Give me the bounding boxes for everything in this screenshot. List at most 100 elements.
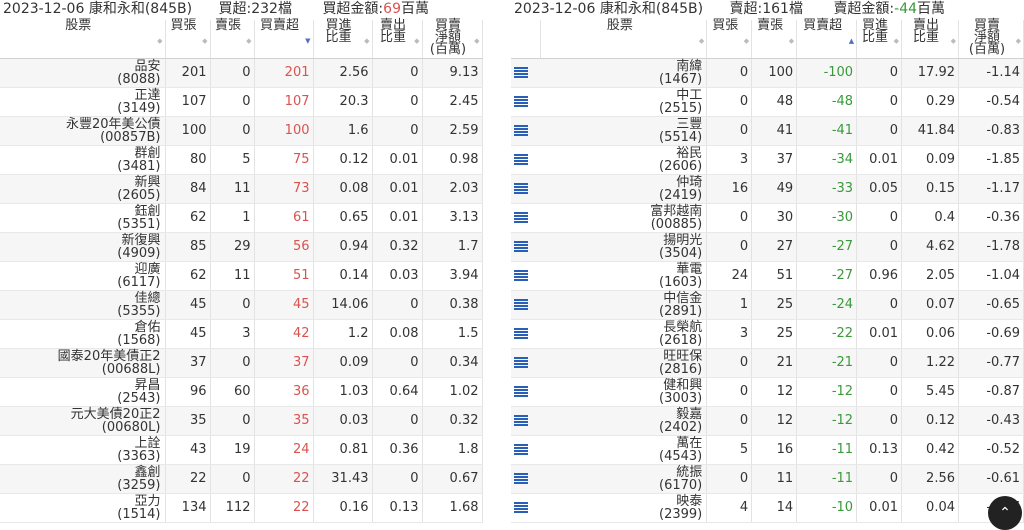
table-row[interactable]: 佳總 (5355) 45 0 45 14.06 0 0.38	[0, 290, 483, 320]
stock-cell[interactable]: 正達 (3149)	[0, 87, 166, 117]
table-row[interactable]: 統振 (6170) 0 11 -11 0 2.56 -0.61	[511, 464, 1024, 494]
row-icon-cell[interactable]	[511, 87, 541, 117]
scroll-top-button[interactable]: ⌃	[988, 496, 1022, 530]
stock-cell[interactable]: 佳總 (5355)	[0, 290, 166, 320]
row-icon-cell[interactable]	[511, 435, 541, 465]
stock-name[interactable]: 群創	[0, 147, 160, 160]
table-row[interactable]: 揚明光 (3504) 0 27 -27 0 4.62 -1.78	[511, 232, 1024, 262]
stock-cell[interactable]: 中信金 (2891)	[540, 290, 708, 320]
stock-name[interactable]: 元大美債20正2	[0, 408, 161, 421]
stock-cell[interactable]: 昇昌 (2543)	[0, 377, 166, 407]
stock-name[interactable]: 倉佑	[0, 321, 160, 334]
table-row[interactable]: 新復興 (4909) 85 29 56 0.94 0.32 1.7	[0, 232, 483, 262]
list-icon[interactable]	[514, 444, 528, 455]
stock-name[interactable]: 迎廣	[0, 263, 160, 276]
list-icon[interactable]	[514, 241, 528, 252]
stock-cell[interactable]: 萬在 (4543)	[540, 435, 708, 465]
list-icon[interactable]	[514, 212, 528, 223]
table-row[interactable]: 南緯 (1467) 0 100 -100 0 17.92 -1.14	[511, 58, 1024, 88]
stock-cell[interactable]: 華電 (1603)	[540, 261, 708, 291]
list-icon[interactable]	[514, 299, 528, 310]
row-icon-cell[interactable]	[511, 290, 541, 320]
table-row[interactable]: 華電 (1603) 24 51 -27 0.96 2.05 -1.04	[511, 261, 1024, 291]
stock-name[interactable]: 品安	[0, 60, 160, 73]
stock-cell[interactable]: 揚明光 (3504)	[540, 232, 708, 262]
stock-name[interactable]: 統振	[541, 466, 702, 479]
table-row[interactable]: 毅嘉 (2402) 0 12 -12 0 0.12 -0.43	[511, 406, 1024, 436]
table-row[interactable]: 三豐 (5514) 0 41 -41 0 41.84 -0.83	[511, 116, 1024, 146]
row-icon-cell[interactable]	[511, 174, 541, 204]
stock-cell[interactable]: 健和興 (3003)	[540, 377, 708, 407]
stock-cell[interactable]: 富邦越南 (00885)	[540, 203, 708, 233]
table-row[interactable]: 健和興 (3003) 0 12 -12 0 5.45 -0.87	[511, 377, 1024, 407]
left-header-6[interactable]: 買賣 淨額 (百萬) ◆	[422, 19, 483, 59]
stock-name[interactable]: 國泰20年美債正2	[0, 350, 161, 363]
stock-name[interactable]: 鑫創	[0, 466, 160, 479]
row-icon-cell[interactable]	[511, 377, 541, 407]
stock-cell[interactable]: 鈺創 (5351)	[0, 203, 166, 233]
table-row[interactable]: 富邦越南 (00885) 0 30 -30 0 0.4 -0.36	[511, 203, 1024, 233]
stock-cell[interactable]: 裕民 (2606)	[540, 145, 708, 175]
list-icon[interactable]	[514, 183, 528, 194]
stock-name[interactable]: 昇昌	[0, 379, 160, 392]
list-icon[interactable]	[514, 270, 528, 281]
row-icon-cell[interactable]	[511, 493, 541, 523]
stock-cell[interactable]: 迎廣 (6117)	[0, 261, 166, 291]
stock-name[interactable]: 萬在	[541, 437, 702, 450]
stock-name[interactable]: 揚明光	[541, 234, 702, 247]
left-header-0[interactable]: 股票 ◆	[0, 19, 166, 59]
stock-cell[interactable]: 旺旺保 (2816)	[540, 348, 708, 378]
table-row[interactable]: 國泰20年美債正2 (00688L) 37 0 37 0.09 0 0.34	[0, 348, 483, 378]
stock-cell[interactable]: 新復興 (4909)	[0, 232, 166, 262]
left-header-3[interactable]: 買賣超 ▼	[254, 19, 314, 59]
right-header-5[interactable]: 賣出 比重 ◆	[901, 19, 959, 59]
row-icon-cell[interactable]	[511, 406, 541, 436]
table-row[interactable]: 裕民 (2606) 3 37 -34 0.01 0.09 -1.85	[511, 145, 1024, 175]
row-icon-cell[interactable]	[511, 145, 541, 175]
stock-cell[interactable]: 南緯 (1467)	[540, 58, 708, 88]
stock-name[interactable]: 永豐20年美公債	[0, 118, 161, 131]
row-icon-cell[interactable]	[511, 116, 541, 146]
row-icon-cell[interactable]	[511, 232, 541, 262]
stock-cell[interactable]: 新興 (2605)	[0, 174, 166, 204]
stock-cell[interactable]: 毅嘉 (2402)	[540, 406, 708, 436]
table-row[interactable]: 昇昌 (2543) 96 60 36 1.03 0.64 1.02	[0, 377, 483, 407]
stock-name[interactable]: 亞力	[0, 495, 160, 508]
stock-cell[interactable]: 群創 (3481)	[0, 145, 166, 175]
stock-name[interactable]: 南緯	[541, 60, 702, 73]
right-header-2[interactable]: 賣張 ◆	[751, 19, 798, 59]
stock-name[interactable]: 新復興	[0, 234, 160, 247]
row-icon-cell[interactable]	[511, 319, 541, 349]
stock-name[interactable]: 映泰	[541, 495, 702, 508]
right-header-4[interactable]: 買進 比重 ◆	[856, 19, 903, 59]
table-row[interactable]: 萬在 (4543) 5 16 -11 0.13 0.42 -0.52	[511, 435, 1024, 465]
list-icon[interactable]	[514, 328, 528, 339]
list-icon[interactable]	[514, 415, 528, 426]
table-row[interactable]: 中信金 (2891) 1 25 -24 0 0.07 -0.65	[511, 290, 1024, 320]
stock-cell[interactable]: 國泰20年美債正2 (00688L)	[0, 348, 166, 378]
row-icon-cell[interactable]	[511, 464, 541, 494]
table-row[interactable]: 中工 (2515) 0 48 -48 0 0.29 -0.54	[511, 87, 1024, 117]
stock-cell[interactable]: 倉佑 (1568)	[0, 319, 166, 349]
table-row[interactable]: 長榮航 (2618) 3 25 -22 0.01 0.06 -0.69	[511, 319, 1024, 349]
stock-name[interactable]: 旺旺保	[541, 350, 702, 363]
stock-name[interactable]: 裕民	[541, 147, 702, 160]
table-row[interactable]: 新興 (2605) 84 11 73 0.08 0.01 2.03	[0, 174, 483, 204]
stock-name[interactable]: 中工	[541, 89, 702, 102]
left-header-2[interactable]: 賣張 ◆	[210, 19, 255, 59]
stock-cell[interactable]: 亞力 (1514)	[0, 493, 166, 523]
stock-name[interactable]: 上詮	[0, 437, 160, 450]
stock-name[interactable]: 毅嘉	[541, 408, 702, 421]
right-header-6[interactable]: 買賣 淨額 (百萬) ◆	[958, 19, 1024, 59]
list-icon[interactable]	[514, 357, 528, 368]
list-icon[interactable]	[514, 386, 528, 397]
row-icon-cell[interactable]	[511, 261, 541, 291]
stock-cell[interactable]: 上詮 (3363)	[0, 435, 166, 465]
right-header-0[interactable]: 股票 ◆	[540, 19, 708, 59]
list-icon[interactable]	[514, 502, 528, 513]
stock-name[interactable]: 華電	[541, 263, 702, 276]
left-header-1[interactable]: 買張 ◆	[165, 19, 211, 59]
table-row[interactable]: 鑫創 (3259) 22 0 22 31.43 0 0.67	[0, 464, 483, 494]
row-icon-cell[interactable]	[511, 58, 541, 88]
table-row[interactable]: 永豐20年美公債 (00857B) 100 0 100 1.6 0 2.59	[0, 116, 483, 146]
